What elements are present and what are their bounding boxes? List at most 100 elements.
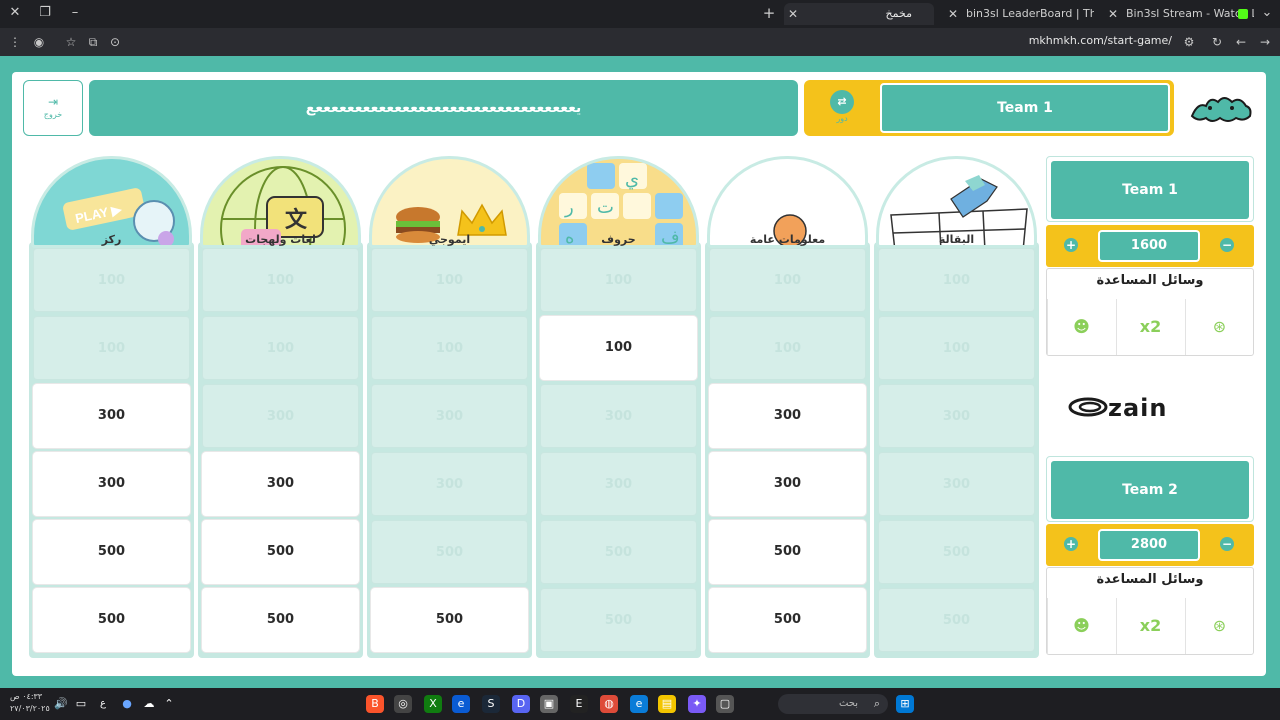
- onedrive-icon[interactable]: ☁: [140, 695, 158, 713]
- team-2-add-icon[interactable]: +: [1064, 537, 1078, 551]
- tab-stream[interactable]: ✕ Bin3sl Stream - Watch Live on K: [1104, 3, 1254, 25]
- restore-window-icon[interactable]: ❐: [36, 4, 54, 22]
- question-cell[interactable]: 500: [202, 588, 359, 652]
- reload-icon[interactable]: ↻: [1208, 33, 1226, 51]
- edge-icon[interactable]: e: [630, 695, 648, 713]
- category-general-info[interactable]: معلومات عامة: [707, 156, 868, 248]
- question-cell[interactable]: 300: [540, 452, 697, 516]
- epic-games-icon[interactable]: E: [570, 695, 588, 713]
- network-icon[interactable]: ▭: [72, 695, 90, 713]
- tab-mkhmkh[interactable]: ✕ مخمخ: [784, 3, 934, 25]
- question-cell[interactable]: 300: [202, 452, 359, 516]
- question-cell[interactable]: 300: [202, 384, 359, 448]
- question-cell[interactable]: 300: [33, 452, 190, 516]
- switch-turn-icon[interactable]: ⇄: [830, 90, 854, 114]
- xbox-icon[interactable]: X: [424, 695, 442, 713]
- profile-icon[interactable]: ◉: [30, 33, 48, 51]
- tab-search-chevron-icon[interactable]: ⌄: [1258, 4, 1276, 22]
- question-cell[interactable]: 500: [371, 520, 528, 584]
- question-cell[interactable]: 100: [709, 248, 866, 312]
- call-friend-icon[interactable]: ☻: [1047, 299, 1115, 355]
- question-cell[interactable]: 500: [878, 520, 1035, 584]
- category-rakkiz[interactable]: PLAY ▶ ركز: [31, 156, 192, 248]
- team-1-add-icon[interactable]: +: [1064, 238, 1078, 252]
- double-points-icon[interactable]: x2: [1116, 299, 1184, 355]
- category-languages[interactable]: 文 لغات ولهجات: [200, 156, 361, 248]
- back-icon[interactable]: ←: [1232, 33, 1250, 51]
- brave-icon[interactable]: B: [366, 695, 384, 713]
- exit-button[interactable]: ⇥ خروج: [23, 80, 83, 136]
- minimize-window-icon[interactable]: –: [66, 4, 84, 22]
- microphone-icon[interactable]: ●: [118, 695, 136, 713]
- question-cell[interactable]: 100: [709, 316, 866, 380]
- close-tab-icon[interactable]: ✕: [948, 3, 958, 25]
- task-view-icon[interactable]: ▢: [716, 695, 734, 713]
- start-icon[interactable]: ⊞: [896, 695, 914, 713]
- question-cell[interactable]: 300: [371, 452, 528, 516]
- question-cell[interactable]: 300: [878, 384, 1035, 448]
- new-tab-button[interactable]: +: [760, 4, 778, 22]
- system-clock[interactable]: ٠٤:٣٣ ص ٢٧/٠٣/٢٠٢٥: [10, 691, 50, 715]
- bookmark-star-icon[interactable]: ☆: [62, 33, 80, 51]
- question-cell[interactable]: 100: [371, 248, 528, 312]
- obs-icon[interactable]: ◎: [394, 695, 412, 713]
- chrome-icon[interactable]: ◍: [600, 695, 618, 713]
- edge-dev-icon[interactable]: e: [452, 695, 470, 713]
- category-letters[interactable]: ي ر ت ه ف حروف: [538, 156, 699, 248]
- pit-icon[interactable]: ⊛: [1185, 598, 1253, 654]
- team-2-subtract-icon[interactable]: −: [1220, 537, 1234, 551]
- question-cell[interactable]: 500: [878, 588, 1035, 652]
- store-icon[interactable]: ▣: [540, 695, 558, 713]
- close-tab-icon[interactable]: ✕: [788, 3, 798, 25]
- question-cell[interactable]: 100: [202, 316, 359, 380]
- team-1-subtract-icon[interactable]: −: [1220, 238, 1234, 252]
- question-cell[interactable]: 300: [709, 384, 866, 448]
- incognito-icon[interactable]: ⊙: [106, 33, 124, 51]
- question-cell[interactable]: 100: [202, 248, 359, 312]
- forward-icon[interactable]: →: [1256, 33, 1274, 51]
- close-window-icon[interactable]: ✕: [6, 4, 24, 22]
- svg-text:ي: ي: [625, 169, 639, 190]
- question-cell[interactable]: 500: [540, 588, 697, 652]
- double-points-icon[interactable]: x2: [1116, 598, 1184, 654]
- question-cell[interactable]: 100: [878, 248, 1035, 312]
- question-cell[interactable]: 500: [709, 588, 866, 652]
- address-bar[interactable]: mkhmkh.com/start-game/: [1029, 34, 1172, 47]
- question-cell[interactable]: 100: [33, 316, 190, 380]
- question-cell[interactable]: 500: [33, 520, 190, 584]
- question-cell[interactable]: 500: [202, 520, 359, 584]
- language-indicator[interactable]: ع: [94, 695, 112, 713]
- question-cell[interactable]: 300: [878, 452, 1035, 516]
- menu-dots-icon[interactable]: ⋮: [6, 33, 24, 51]
- pit-icon[interactable]: ⊛: [1185, 299, 1253, 355]
- question-cell[interactable]: 500: [540, 520, 697, 584]
- question-cell[interactable]: 500: [33, 588, 190, 652]
- question-cell[interactable]: 100: [540, 248, 697, 312]
- copilot-icon[interactable]: ✦: [688, 695, 706, 713]
- question-cell[interactable]: 500: [371, 588, 528, 652]
- steam-icon[interactable]: S: [482, 695, 500, 713]
- category-grocery[interactable]: البقالة: [876, 156, 1037, 248]
- question-cell[interactable]: 300: [33, 384, 190, 448]
- question-cell[interactable]: 500: [709, 520, 866, 584]
- team-1-card: Team 1: [1046, 156, 1254, 222]
- site-settings-icon[interactable]: ⚙: [1180, 33, 1198, 51]
- tab-label: bin3sl LeaderBoard | The best C: [966, 7, 1094, 20]
- file-explorer-icon[interactable]: ▤: [658, 695, 676, 713]
- close-tab-icon[interactable]: ✕: [1108, 3, 1118, 25]
- call-friend-icon[interactable]: ☻: [1047, 598, 1115, 654]
- question-cell[interactable]: 100: [371, 316, 528, 380]
- category-emoji[interactable]: ايموجي: [369, 156, 530, 248]
- install-app-icon[interactable]: ⧉: [84, 33, 102, 51]
- question-cell[interactable]: 100: [33, 248, 190, 312]
- tab-leaderboard[interactable]: ✕ bin3sl LeaderBoard | The best C: [944, 3, 1094, 25]
- discord-icon[interactable]: D: [512, 695, 530, 713]
- question-cell[interactable]: 100: [540, 316, 697, 380]
- question-cell[interactable]: 300: [371, 384, 528, 448]
- search-icon[interactable]: ⌕: [868, 695, 886, 713]
- question-cell[interactable]: 100: [878, 316, 1035, 380]
- tray-chevron-icon[interactable]: ⌃: [160, 695, 178, 713]
- question-cell[interactable]: 300: [540, 384, 697, 448]
- question-cell[interactable]: 300: [709, 452, 866, 516]
- volume-icon[interactable]: 🔊: [52, 695, 70, 713]
